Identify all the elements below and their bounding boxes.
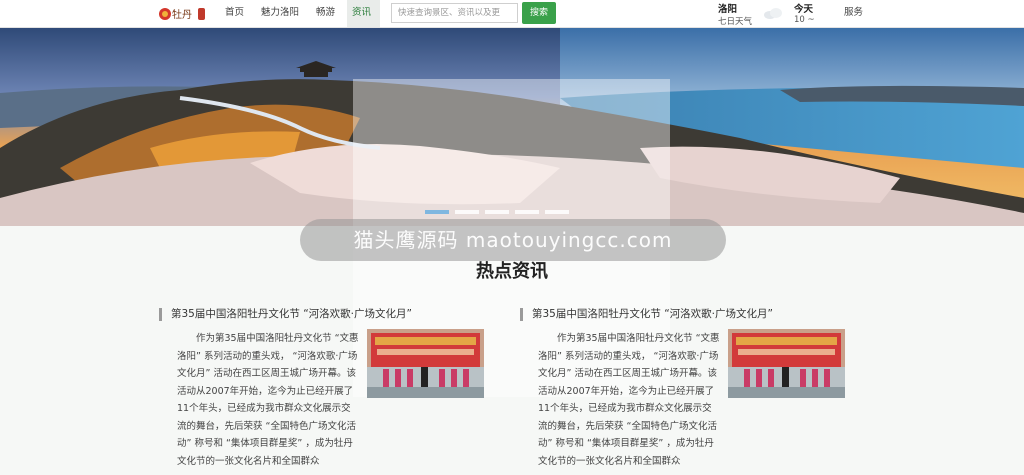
news-body: 作为第35届中国洛阳牡丹文化节 “文惠洛阳” 系列活动的重头戏， “河洛欢歌·广…: [177, 333, 359, 467]
search-input[interactable]: [391, 3, 518, 23]
carousel-dot[interactable]: [455, 210, 479, 214]
news-image[interactable]: [367, 329, 484, 398]
cloud-icon: [764, 8, 782, 19]
logo-text: 牡丹: [172, 8, 192, 21]
weather-temp: 10 ~: [794, 15, 815, 25]
news-body: 作为第35届中国洛阳牡丹文化节 “文惠洛阳” 系列活动的重头戏， “河洛欢歌·广…: [538, 333, 720, 467]
nav-home[interactable]: 首页: [220, 0, 249, 27]
nav-travel[interactable]: 畅游: [311, 0, 340, 27]
news-image[interactable]: [728, 329, 845, 398]
carousel-dot[interactable]: [425, 210, 449, 214]
news-title[interactable]: 第35届中国洛阳牡丹文化节 “河洛欢歌·广场文化月”: [159, 308, 412, 321]
nav-service[interactable]: 服务: [844, 0, 863, 25]
weather-7day-link[interactable]: 七日天气: [718, 15, 752, 27]
search-button[interactable]: 搜索: [522, 2, 556, 24]
peony-logo-icon[interactable]: 牡丹: [158, 5, 206, 23]
weather-day: 今天: [794, 4, 814, 15]
nav-charm-luoyang[interactable]: 魅力洛阳: [256, 0, 304, 27]
watermark-banner: 猫头鹰源码 maotouyingcc.com: [300, 219, 726, 261]
news-title[interactable]: 第35届中国洛阳牡丹文化节 “河洛欢歌·广场文化月”: [520, 308, 773, 321]
section-title: 热点资讯: [476, 261, 548, 282]
carousel-dot[interactable]: [515, 210, 539, 214]
nav-news[interactable]: 资讯: [347, 0, 380, 27]
carousel-dot[interactable]: [545, 210, 569, 214]
carousel-dot[interactable]: [485, 210, 509, 214]
weather-city: 洛阳: [718, 4, 738, 15]
top-navbar: 牡丹 首页 魅力洛阳 畅游 资讯 搜索 洛阳 七日天气 今天 10 ~ 服务: [0, 0, 1024, 28]
